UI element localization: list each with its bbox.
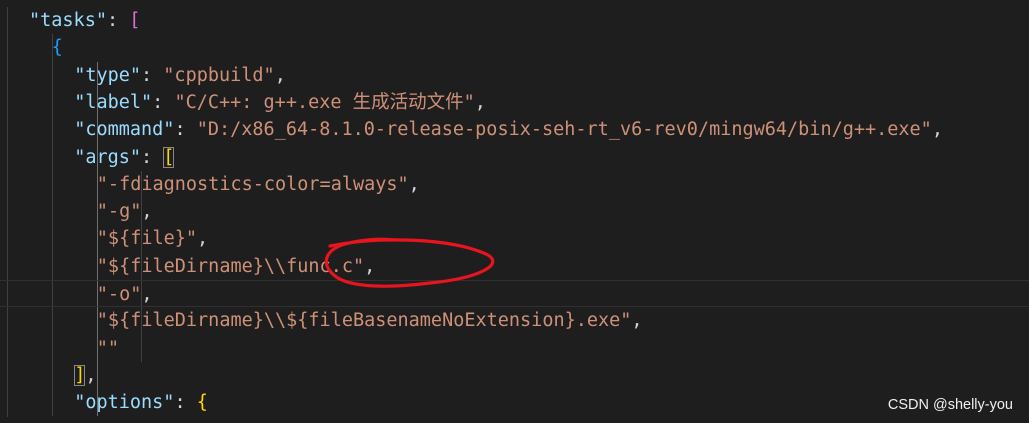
code-token: { [51, 37, 63, 59]
code-token: "C/C++: g++.exe 生成活动文件" [174, 91, 475, 113]
code-token: : [174, 119, 197, 141]
code-token: "D:/x86_64-8.1.0-release-posix-seh-rt_v6… [196, 119, 932, 141]
code-token: "-fdiagnostics-color=always" [96, 173, 409, 195]
code-token: "label" [74, 91, 153, 113]
code-token: { [196, 392, 208, 414]
code-token: [ [163, 146, 175, 168]
code-line[interactable]: "${file}", [0, 225, 1029, 252]
code-token: "command" [74, 119, 175, 141]
code-token: "" [96, 337, 120, 359]
code-token: "args" [74, 146, 142, 168]
code-token: , [408, 173, 420, 195]
code-line[interactable]: "-o", [0, 280, 1029, 308]
code-token: , [631, 310, 643, 332]
code-token: : [141, 146, 164, 168]
code-token: "cppbuild" [163, 64, 275, 86]
code-token: ] [74, 364, 86, 386]
code-token: , [141, 284, 153, 305]
code-token: : [152, 91, 175, 113]
code-line[interactable]: "" [0, 335, 1029, 362]
code-line[interactable]: ], [0, 362, 1029, 389]
watermark: CSDN @shelly-you [887, 397, 1013, 413]
code-line[interactable]: "label": "C/C++: g++.exe 生成活动文件", [0, 89, 1029, 116]
code-line[interactable]: "-g", [0, 198, 1029, 225]
code-token: , [474, 91, 486, 113]
code-token: , [141, 201, 153, 223]
code-token: "options" [74, 392, 175, 414]
code-line[interactable]: { [0, 34, 1029, 61]
code-token: "tasks" [29, 10, 107, 31]
code-token: , [274, 64, 286, 86]
code-token: : [141, 64, 164, 86]
code-token: "${file}" [96, 228, 198, 250]
code-token: "-o" [96, 284, 142, 305]
code-token: : [174, 392, 197, 414]
code-token: , [85, 364, 97, 386]
code-token: , [364, 255, 376, 277]
code-line[interactable]: "options": { [0, 389, 1029, 416]
code-token: "${fileDirname}\\${fileBasenameNoExtensi… [96, 310, 632, 332]
code-token: "${fileDirname}\\func.c" [96, 255, 365, 277]
code-line[interactable]: "args": [ [0, 144, 1029, 171]
code-line[interactable]: "${fileDirname}\\${fileBasenameNoExtensi… [0, 307, 1029, 334]
code-line[interactable]: "-fdiagnostics-color=always", [0, 171, 1029, 198]
code-token: [ [129, 10, 141, 31]
code-token: , [931, 119, 943, 141]
code-token: : [106, 10, 130, 31]
code-editor[interactable]: "tasks": [{"type": "cppbuild", "label": "… [0, 0, 1029, 423]
code-token: "-g" [96, 201, 142, 223]
code-line[interactable]: "${fileDirname}\\func.c", [0, 253, 1029, 280]
code-token: "type" [74, 64, 142, 86]
code-line[interactable]: "tasks": [ [0, 7, 1029, 34]
code-line[interactable]: "type": "cppbuild", [0, 62, 1029, 89]
code-line[interactable]: "command": "D:/x86_64-8.1.0-release-posi… [0, 116, 1029, 143]
code-token: , [197, 228, 209, 250]
